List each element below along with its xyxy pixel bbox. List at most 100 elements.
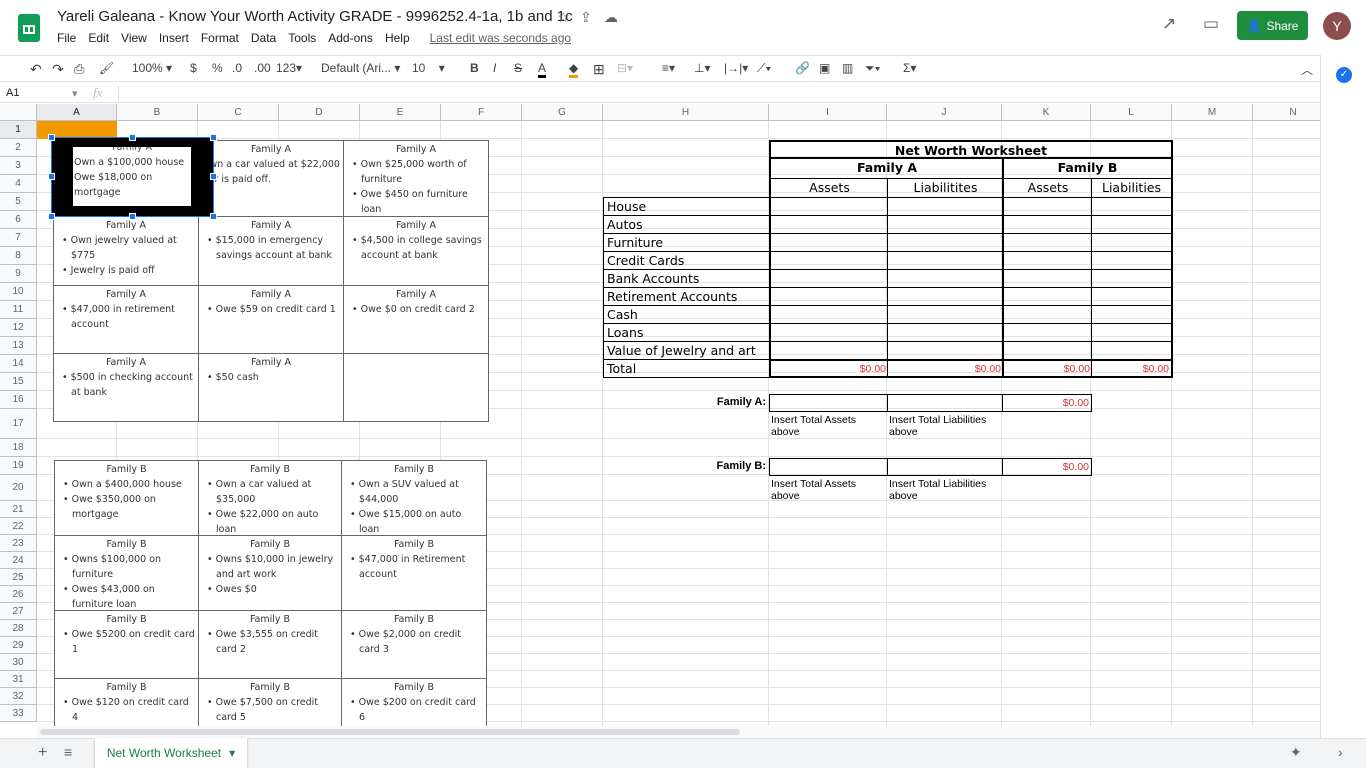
spreadsheet-grid[interactable]: A B C D E F G H I J K L M N 1 2 3 4 5 6 7 8 9 10 11 12 13 14 15 16 17 1… — [0, 104, 1320, 726]
menu-add-ons[interactable]: Add-ons — [328, 31, 379, 45]
input-cell[interactable] — [1091, 233, 1173, 252]
input-cell[interactable] — [1091, 287, 1173, 306]
row-header-7[interactable]: 7 — [0, 229, 37, 247]
borders-icon[interactable]: ⊞ — [593, 61, 605, 78]
input-cell[interactable] — [1002, 323, 1092, 342]
print-icon[interactable]: ⎙ — [74, 61, 84, 77]
name-box[interactable]: A1 — [6, 87, 19, 99]
input-cell[interactable] — [1002, 305, 1092, 324]
row-header-21[interactable]: 21 — [0, 501, 37, 518]
input-cell[interactable] — [887, 305, 1003, 324]
row-header-31[interactable]: 31 — [0, 671, 37, 688]
row-header-25[interactable]: 25 — [0, 569, 37, 586]
menu-help[interactable]: Help — [385, 31, 416, 45]
row-header-15[interactable]: 15 — [0, 373, 37, 391]
insert-link-icon[interactable]: 🔗 — [795, 61, 810, 75]
paint-format-icon[interactable]: 🖌 — [99, 61, 114, 75]
expand-panel-icon[interactable]: › — [1338, 744, 1343, 760]
menu-view[interactable]: View — [121, 31, 153, 45]
menu-edit[interactable]: Edit — [88, 31, 115, 45]
resize-handle[interactable] — [48, 173, 55, 180]
input-cell[interactable] — [887, 269, 1003, 288]
input-cell[interactable] — [887, 323, 1003, 342]
row-header-29[interactable]: 29 — [0, 637, 37, 654]
row-header-28[interactable]: 28 — [0, 620, 37, 637]
resize-handle[interactable] — [210, 173, 217, 180]
row-header-1[interactable]: 1 — [0, 121, 37, 139]
input-cell[interactable] — [769, 251, 888, 270]
input-cell[interactable] — [1002, 251, 1092, 270]
percent-button[interactable]: % — [212, 61, 223, 75]
input-cell[interactable] — [1091, 215, 1173, 234]
column-header-H[interactable]: H — [603, 104, 769, 121]
comments-icon[interactable]: ▭ — [1203, 14, 1219, 34]
move-icon[interactable]: ⇪ — [580, 9, 592, 26]
resize-handle[interactable] — [129, 213, 136, 220]
row-header-30[interactable]: 30 — [0, 654, 37, 671]
fill-color-icon[interactable]: ◆ — [569, 61, 579, 78]
resize-handle[interactable] — [48, 134, 55, 141]
scrollbar-thumb[interactable] — [40, 729, 740, 735]
input-cell[interactable] — [887, 197, 1003, 216]
row-header-33[interactable]: 33 — [0, 705, 37, 722]
total-liabilities-input[interactable] — [887, 394, 1003, 412]
bold-button[interactable]: B — [470, 61, 479, 75]
row-header-10[interactable]: 10 — [0, 283, 37, 301]
input-cell[interactable] — [1091, 251, 1173, 270]
input-cell[interactable] — [769, 305, 888, 324]
row-header-6[interactable]: 6 — [0, 211, 37, 229]
tasks-icon[interactable]: ✓ — [1336, 67, 1352, 83]
functions-icon[interactable]: Σ▾ — [903, 61, 916, 75]
avatar[interactable]: Y — [1323, 12, 1351, 40]
text-color-button[interactable]: A — [538, 61, 547, 78]
menu-file[interactable]: File — [57, 31, 82, 45]
zoom-select[interactable]: 100% ▾ — [132, 61, 172, 75]
row-header-16[interactable]: 16 — [0, 391, 37, 409]
row-header-13[interactable]: 13 — [0, 337, 37, 355]
column-header-A[interactable]: A — [37, 104, 117, 121]
sheet-tab-net-worth-worksheet[interactable]: Net Worth Worksheet ▾ — [95, 738, 247, 768]
column-header-J[interactable]: J — [887, 104, 1002, 121]
column-header-I[interactable]: I — [769, 104, 887, 121]
add-sheet-icon[interactable]: + — [38, 744, 47, 762]
row-header-18[interactable]: 18 — [0, 439, 37, 457]
align-vertical-icon[interactable]: ⊥▾ — [694, 61, 710, 75]
row-header-17[interactable]: 17 — [0, 409, 37, 439]
row-header-11[interactable]: 11 — [0, 301, 37, 319]
menu-format[interactable]: Format — [201, 31, 245, 45]
resize-handle[interactable] — [48, 213, 55, 220]
input-cell[interactable] — [887, 233, 1003, 252]
total-liabilities-input[interactable] — [887, 458, 1003, 476]
column-header-K[interactable]: K — [1002, 104, 1091, 121]
currency-button[interactable]: $ — [190, 61, 197, 75]
strikethrough-button[interactable]: S — [514, 61, 522, 75]
insert-chart-icon[interactable]: ▥ — [842, 61, 853, 75]
italic-button[interactable]: I — [493, 61, 496, 75]
share-button[interactable]: 👤 Share — [1237, 11, 1308, 40]
row-header-20[interactable]: 20 — [0, 475, 37, 501]
input-cell[interactable] — [1002, 233, 1092, 252]
font-select[interactable]: Default (Ari... ▾ — [321, 61, 400, 75]
input-cell[interactable] — [1002, 341, 1092, 360]
input-cell[interactable] — [887, 341, 1003, 360]
row-header-19[interactable]: 19 — [0, 457, 37, 475]
row-header-27[interactable]: 27 — [0, 603, 37, 620]
input-cell[interactable] — [887, 215, 1003, 234]
row-header-24[interactable]: 24 — [0, 552, 37, 569]
merge-cells-icon[interactable]: ⊟▾ — [617, 61, 633, 75]
font-size-select[interactable]: 10 ▾ — [412, 61, 445, 75]
column-header-C[interactable]: C — [198, 104, 279, 121]
insert-comment-icon[interactable]: ▣ — [819, 61, 830, 75]
undo-icon[interactable]: ↶ — [30, 61, 42, 78]
increase-decimal-button[interactable]: .00 — [254, 61, 271, 75]
column-header-M[interactable]: M — [1172, 104, 1253, 121]
redo-icon[interactable]: ↷ — [52, 61, 64, 78]
decrease-decimal-button[interactable]: .0 — [232, 61, 242, 75]
all-sheets-icon[interactable]: ≡ — [64, 744, 72, 760]
name-box-dropdown-icon[interactable]: ▾ — [72, 87, 78, 100]
row-header-2[interactable]: 2 — [0, 139, 37, 157]
select-all-corner[interactable] — [0, 104, 37, 121]
input-cell[interactable] — [1002, 287, 1092, 306]
input-cell[interactable] — [1091, 197, 1173, 216]
column-header-F[interactable]: F — [441, 104, 522, 121]
